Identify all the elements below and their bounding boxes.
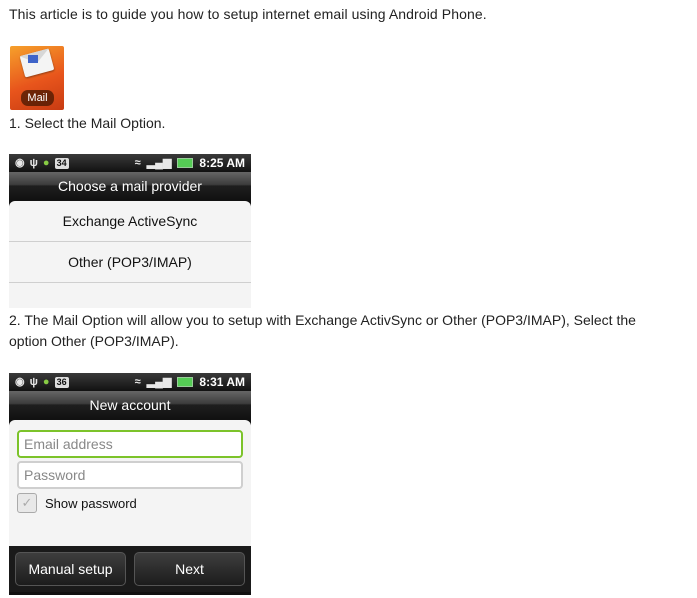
- manual-setup-button[interactable]: Manual setup: [15, 552, 126, 586]
- show-password-row[interactable]: ✓ Show password: [17, 493, 243, 513]
- email-field[interactable]: Email address: [17, 430, 243, 458]
- notification-badge: 36: [54, 376, 69, 388]
- battery-icon: [177, 377, 194, 387]
- show-password-checkbox[interactable]: ✓: [17, 493, 37, 513]
- provider-exchange[interactable]: Exchange ActiveSync: [9, 201, 251, 242]
- android-icon: ◉: [15, 157, 25, 169]
- new-account-screenshot: ◉ ψ ● 36 ≈ ▂▄▆ 8:31 AM New account Email…: [9, 373, 251, 595]
- account-form: Email address Password ✓ Show password: [9, 420, 251, 546]
- show-password-label: Show password: [45, 495, 137, 511]
- clock: 8:25 AM: [199, 156, 245, 170]
- wifi-icon: ≈: [134, 157, 141, 169]
- battery-icon: [177, 158, 194, 168]
- clock: 8:31 AM: [199, 375, 245, 389]
- step-1-text: 1. Select the Mail Option.: [9, 115, 166, 131]
- provider-other[interactable]: Other (POP3/IMAP): [9, 242, 251, 283]
- mail-app-icon: Mail: [10, 46, 64, 110]
- provider-list: Exchange ActiveSync Other (POP3/IMAP): [9, 201, 251, 308]
- wifi-icon: ≈: [134, 376, 141, 388]
- android-icon: ◉: [15, 376, 25, 388]
- provider-screenshot: ◉ ψ ● 34 ≈ ▂▄▆ 8:25 AM Choose a mail pro…: [9, 154, 251, 308]
- screen-title: Choose a mail provider: [9, 172, 251, 200]
- step-2-text: 2. The Mail Option will allow you to set…: [9, 312, 636, 328]
- screen-title: New account: [9, 391, 251, 419]
- status-bar: ◉ ψ ● 36 ≈ ▂▄▆ 8:31 AM: [9, 373, 251, 391]
- step-2-text-cont: option Other (POP3/IMAP).: [9, 333, 179, 349]
- notification-badge: 34: [54, 157, 69, 169]
- stamp-icon: [28, 55, 38, 63]
- password-field[interactable]: Password: [17, 461, 243, 489]
- next-button[interactable]: Next: [134, 552, 245, 586]
- debug-icon: ●: [42, 157, 50, 169]
- envelope-icon: [19, 48, 55, 78]
- signal-icon: ▂▄▆: [146, 376, 172, 388]
- status-bar: ◉ ψ ● 34 ≈ ▂▄▆ 8:25 AM: [9, 154, 251, 172]
- intro-text: This article is to guide you how to setu…: [9, 6, 487, 22]
- button-bar: Manual setup Next: [9, 546, 251, 592]
- usb-icon: ψ: [29, 157, 38, 169]
- debug-icon: ●: [42, 376, 50, 388]
- signal-icon: ▂▄▆: [146, 157, 172, 169]
- mail-icon-label: Mail: [21, 90, 54, 106]
- usb-icon: ψ: [29, 376, 38, 388]
